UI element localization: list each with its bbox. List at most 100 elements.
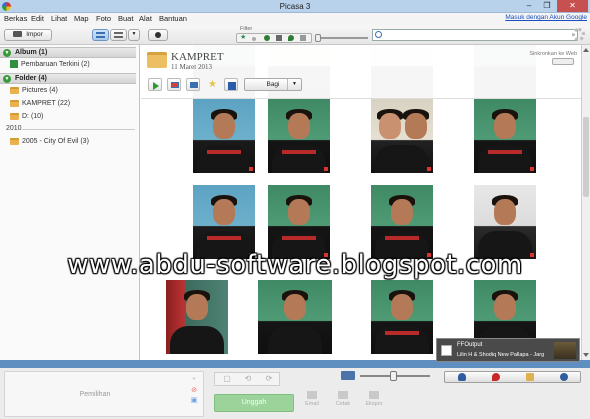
maximize-button[interactable]: ❐ (538, 0, 556, 12)
email-icon (307, 391, 317, 399)
camera-icon (13, 31, 23, 38)
uploaded-filter-icon[interactable] (276, 35, 282, 41)
slider-knob[interactable] (315, 34, 321, 42)
scroll-up-icon[interactable] (583, 48, 589, 52)
photo-thumbnail[interactable] (193, 185, 255, 259)
selection-tray: Pemilihan ⁺ ⊘ ▣ (4, 371, 204, 417)
year-divider (22, 129, 135, 130)
menu-tools[interactable]: Alat (139, 14, 152, 23)
search-input[interactable] (372, 29, 578, 41)
collapse-icon[interactable]: ▼ (3, 75, 11, 83)
email-label: Email (305, 401, 319, 407)
thumbnail-size-slider[interactable] (360, 371, 430, 381)
menu-view[interactable]: Lihat (51, 14, 67, 23)
rotate-left-icon[interactable]: ⟲ (238, 374, 258, 386)
star-filter-icon[interactable]: ★ (240, 34, 246, 41)
photo-thumbnail[interactable] (474, 99, 536, 173)
google-signin-link[interactable]: Masuk dengan Akun Google (505, 14, 587, 21)
slideshow-button[interactable] (148, 78, 162, 91)
star-button[interactable]: ★ (205, 78, 219, 91)
collapse-icon[interactable]: ▼ (3, 49, 11, 57)
photo-thumbnail[interactable] (371, 280, 433, 354)
sidebar-item-label: Pembaruan Terkini (2) (21, 61, 90, 68)
photo-tray-panel: Pemilihan ⁺ ⊘ ▣ ▢ ⟲ ⟳ Unggah Email Cetak… (0, 368, 590, 419)
sidebar-item-kampret[interactable]: KAMPRET (22) (10, 99, 70, 109)
print-button[interactable]: Cetak (331, 391, 355, 407)
folder-icon (10, 99, 19, 107)
sidebar-item-pictures[interactable]: Pictures (4) (10, 86, 58, 96)
people-import-button[interactable] (148, 29, 168, 41)
filter-date-slider[interactable] (315, 34, 368, 42)
list-view-button[interactable] (92, 29, 109, 41)
chevron-down-icon[interactable]: ▼ (287, 79, 301, 90)
sidebar-item-recent[interactable]: Pembaruan Terkini (2) (10, 60, 90, 70)
menu-photo[interactable]: Foto (96, 14, 111, 23)
menu-help[interactable]: Bantuan (159, 14, 187, 23)
more-filter-icon[interactable] (300, 35, 306, 41)
notification-popup[interactable]: FFOutput Lilin H & Shodiq New Pallapa - … (436, 338, 580, 362)
sync-web-toggle[interactable] (552, 58, 574, 65)
minimize-button[interactable]: – (520, 0, 538, 12)
window-title: Picasa 3 (279, 2, 311, 11)
photo-thumbnail[interactable] (193, 99, 255, 173)
menu-edit[interactable]: Edit (31, 14, 44, 23)
folder-title: KAMPRET (171, 51, 224, 63)
photo-thumbnail[interactable] (268, 99, 330, 173)
folder-icon (10, 112, 19, 120)
photo-thumbnail[interactable] (166, 280, 228, 354)
gear-icon[interactable] (572, 28, 585, 41)
album-section-header[interactable]: ▼ Album (1) (0, 47, 136, 58)
rotate-right-icon[interactable]: ⟳ (259, 374, 279, 386)
star-icon: ★ (208, 79, 217, 90)
menu-create[interactable]: Buat (118, 14, 133, 23)
menu-bar: Berkas Edit Lihat Map Foto Buat Alat Ban… (0, 13, 590, 25)
info-button-group (444, 371, 581, 383)
hold-pin-icon[interactable]: ⁺ (188, 376, 200, 386)
sidebar-item-drive-d[interactable]: D: (10) (10, 112, 43, 122)
menu-folder[interactable]: Map (74, 14, 89, 23)
upload-button[interactable]: Unggah (214, 394, 294, 412)
share-button[interactable]: Bagi ▼ (244, 78, 302, 91)
menu-file[interactable]: Berkas (4, 14, 27, 23)
save-button[interactable] (224, 78, 238, 91)
toolbar: Impor ▼ Filter ★ (0, 25, 590, 45)
people-icon[interactable] (458, 373, 466, 381)
photo-thumbnail[interactable] (371, 99, 433, 173)
tags-icon[interactable] (526, 373, 534, 381)
filter-label: Filter (240, 26, 253, 32)
folder-section-header[interactable]: ▼ Folder (4) (0, 73, 136, 84)
tree-view-button[interactable] (110, 29, 127, 41)
photo-thumbnail[interactable] (371, 185, 433, 259)
view-menu-button[interactable]: ▼ (128, 29, 140, 41)
list-icon (96, 32, 105, 38)
close-button[interactable]: ✕ (557, 0, 588, 12)
vertical-scrollbar[interactable] (581, 45, 590, 360)
video-filter-icon[interactable] (252, 37, 256, 41)
zoom-icon (341, 371, 355, 380)
sidebar-item-label: Pictures (4) (22, 87, 58, 94)
sidebar-item-city-of-evil[interactable]: 2005 - City Of Evil (3) (10, 137, 89, 147)
info-icon[interactable] (560, 373, 568, 381)
photo-thumbnail[interactable] (268, 185, 330, 259)
scroll-down-icon[interactable] (583, 353, 589, 357)
filter-group: ★ (236, 33, 312, 43)
geotag-filter-icon[interactable] (288, 35, 294, 41)
photo-thumbnail[interactable] (474, 185, 536, 259)
collage-button[interactable] (167, 78, 181, 91)
scroll-thumb[interactable] (583, 117, 589, 197)
sidebar-item-label: KAMPRET (22) (22, 100, 71, 107)
add-to-album-icon[interactable]: ▣ (188, 396, 200, 406)
places-icon[interactable] (492, 373, 500, 381)
slider-knob[interactable] (390, 371, 397, 381)
tag-icon (530, 167, 534, 171)
photo-thumbnail[interactable] (258, 280, 332, 354)
movie-button[interactable] (186, 78, 200, 91)
folder-icon (10, 137, 19, 145)
people-filter-icon[interactable] (264, 35, 270, 41)
blank-tool-icon[interactable]: ▢ (217, 374, 237, 386)
disk-icon (228, 82, 236, 90)
export-button[interactable]: Ekspor (362, 391, 386, 407)
email-button[interactable]: Email (300, 391, 324, 407)
clear-icon[interactable]: ⊘ (188, 386, 200, 396)
import-button[interactable]: Impor (4, 29, 52, 41)
